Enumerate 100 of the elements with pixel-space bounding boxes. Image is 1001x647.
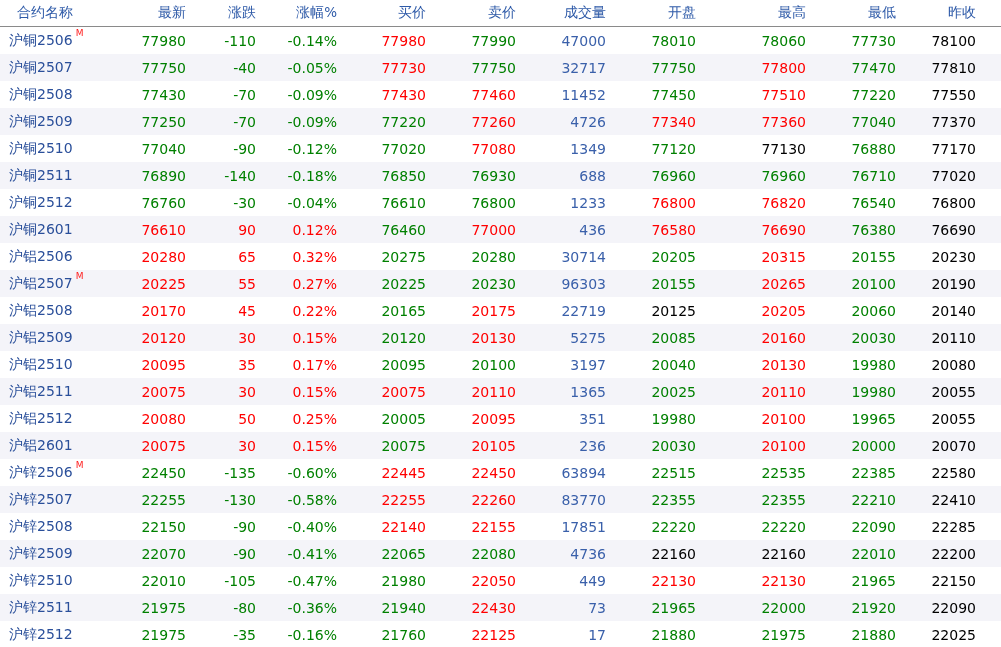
- table-cell: 20120: [141, 329, 186, 346]
- column-header[interactable]: 开盘: [668, 4, 696, 22]
- contract-name: 沪铝2506: [9, 247, 73, 266]
- table-cell: 20075: [141, 383, 186, 400]
- table-cell: 22070: [141, 545, 186, 562]
- table-cell: 20075: [381, 437, 426, 454]
- table-cell: 22160: [761, 545, 806, 562]
- table-cell: 22090: [931, 599, 976, 616]
- table-cell: -105: [224, 572, 256, 589]
- table-cell: -0.09%: [287, 86, 337, 103]
- table-cell: 78060: [761, 32, 806, 49]
- table-cell: 20095: [471, 410, 516, 427]
- contract-name: 沪铜2507: [9, 58, 73, 77]
- table-cell: 63894: [561, 464, 606, 481]
- table-cell: 73: [588, 599, 606, 616]
- table-cell: 77000: [471, 221, 516, 238]
- table-cell: 20095: [141, 356, 186, 373]
- table-cell: 76890: [141, 167, 186, 184]
- table-cell: 3197: [570, 356, 606, 373]
- table-cell: 22580: [931, 464, 976, 481]
- table-cell: 20055: [931, 410, 976, 427]
- column-header[interactable]: 涨跌: [228, 4, 256, 22]
- table-cell: 78010: [651, 32, 696, 49]
- table-cell: 0.15%: [292, 383, 337, 400]
- table-cell: 21980: [381, 572, 426, 589]
- table-cell: 20025: [651, 383, 696, 400]
- table-cell: 20175: [471, 302, 516, 319]
- column-header[interactable]: 最新: [158, 4, 186, 22]
- table-cell: 22220: [651, 518, 696, 535]
- column-header[interactable]: 涨幅%: [296, 4, 337, 22]
- table-cell: 76760: [141, 194, 186, 211]
- table-cell: 22285: [931, 518, 976, 535]
- table-cell: 0.32%: [292, 248, 337, 265]
- table-cell: 77340: [651, 113, 696, 130]
- table-cell: 77750: [651, 59, 696, 76]
- table-cell: 22000: [761, 599, 806, 616]
- table-cell: 22155: [471, 518, 516, 535]
- table-cell: 17851: [561, 518, 606, 535]
- table-cell: 20075: [141, 437, 186, 454]
- contract-name: 沪铜2601: [9, 220, 73, 239]
- table-cell: 77980: [141, 32, 186, 49]
- main-contract-label: M: [75, 459, 84, 470]
- table-cell: -0.60%: [287, 464, 337, 481]
- column-header[interactable]: 卖价: [488, 4, 516, 22]
- table-cell: 20130: [761, 356, 806, 373]
- table-cell: 76540: [851, 194, 896, 211]
- contract-name: 沪锌2510: [9, 571, 73, 590]
- column-header[interactable]: 买价: [398, 4, 426, 22]
- column-header[interactable]: 昨收: [948, 4, 976, 22]
- table-cell: 20225: [141, 275, 186, 292]
- table-cell: 20095: [381, 356, 426, 373]
- table-cell: 77040: [851, 113, 896, 130]
- table-cell: 77260: [471, 113, 516, 130]
- table-cell: 77550: [931, 86, 976, 103]
- table-cell: 22255: [381, 491, 426, 508]
- table-cell: 20275: [381, 248, 426, 265]
- table-cell: 22719: [561, 302, 606, 319]
- table-cell: 76800: [651, 194, 696, 211]
- table-cell: -0.05%: [287, 59, 337, 76]
- table-cell: 20105: [471, 437, 516, 454]
- table-cell: 20120: [381, 329, 426, 346]
- table-cell: 22050: [471, 572, 516, 589]
- table-cell: 77750: [141, 59, 186, 76]
- table-cell: 0.17%: [292, 356, 337, 373]
- table-cell: 20030: [851, 329, 896, 346]
- table-cell: 22025: [931, 626, 976, 643]
- table-cell: -0.36%: [287, 599, 337, 616]
- table-cell: 77220: [851, 86, 896, 103]
- table-cell: 77510: [761, 86, 806, 103]
- table-cell: 76850: [381, 167, 426, 184]
- table-cell: 20155: [851, 248, 896, 265]
- column-header[interactable]: 成交量: [564, 4, 606, 22]
- table-cell: 76460: [381, 221, 426, 238]
- table-cell: 0.15%: [292, 329, 337, 346]
- table-cell: 76610: [381, 194, 426, 211]
- table-cell: -80: [233, 599, 256, 616]
- table-cell: 77040: [141, 140, 186, 157]
- table-cell: 21920: [851, 599, 896, 616]
- table-cell: 17: [588, 626, 606, 643]
- table-cell: -70: [233, 113, 256, 130]
- table-cell: -0.09%: [287, 113, 337, 130]
- table-cell: 1349: [570, 140, 606, 157]
- column-header[interactable]: 最低: [868, 4, 896, 22]
- table-cell: 50: [238, 410, 256, 427]
- table-cell: -70: [233, 86, 256, 103]
- column-header[interactable]: 合约名称: [0, 4, 73, 22]
- column-header[interactable]: 最高: [778, 4, 806, 22]
- table-cell: 22160: [651, 545, 696, 562]
- table-cell: -90: [233, 140, 256, 157]
- table-cell: 22450: [141, 464, 186, 481]
- table-cell: 20280: [471, 248, 516, 265]
- table-cell: 11452: [561, 86, 606, 103]
- table-cell: 20155: [651, 275, 696, 292]
- table-cell: 77430: [381, 86, 426, 103]
- table-cell: 22450: [471, 464, 516, 481]
- contract-name: 沪铝2601: [9, 436, 73, 455]
- contract-name: 沪铝2510: [9, 355, 73, 374]
- table-cell: 20140: [931, 302, 976, 319]
- table-cell: 22355: [761, 491, 806, 508]
- table-cell: 1365: [570, 383, 606, 400]
